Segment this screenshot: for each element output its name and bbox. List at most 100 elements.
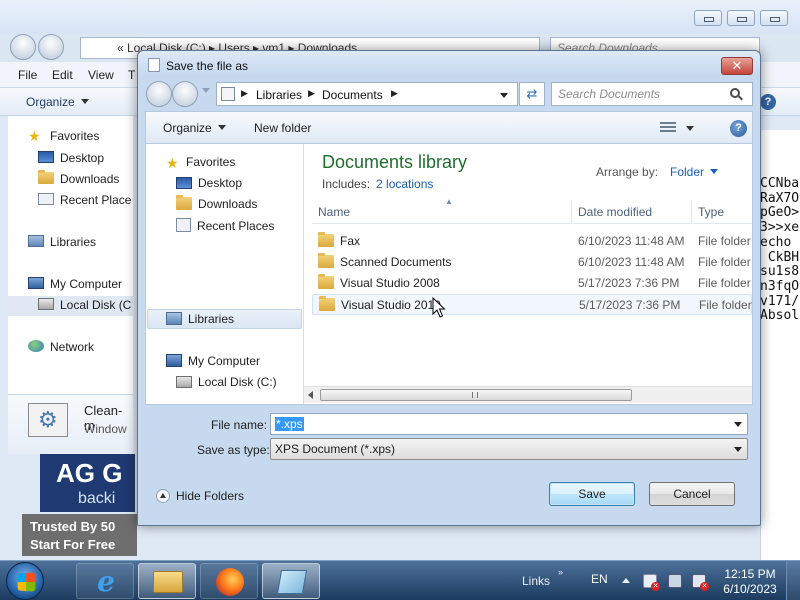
column-divider[interactable] <box>691 200 692 224</box>
chevron-right-icon[interactable]: ▶ <box>308 88 315 99</box>
horizontal-scrollbar[interactable] <box>304 386 752 403</box>
nav-local-disk[interactable]: Local Disk (C:) <box>176 375 277 389</box>
column-name[interactable]: Name <box>318 205 350 219</box>
star-icon: ★ <box>166 155 179 171</box>
background-maximize-button[interactable] <box>727 10 755 26</box>
organize-button[interactable]: Organize <box>163 121 226 135</box>
background-nav-favorites[interactable]: ★ Favorites <box>28 129 99 143</box>
file-row[interactable]: Fax 6/10/2023 11:48 AM File folder <box>312 231 752 252</box>
action-center-flag-icon[interactable] <box>643 574 660 591</box>
dialog-titlebar[interactable]: Save the file as ✕ <box>138 51 760 79</box>
file-row-hovered[interactable]: Visual Studio 2010 5/17/2023 7:36 PM Fil… <box>312 294 752 315</box>
background-nav-desktop[interactable]: Desktop <box>38 151 104 165</box>
nav-desktop[interactable]: Desktop <box>176 176 242 190</box>
search-icon[interactable] <box>730 88 740 98</box>
column-divider[interactable] <box>571 200 572 224</box>
save-file-dialog: Save the file as ✕ ▶ Libraries ▶ Documen… <box>137 50 761 526</box>
dialog-title: Save the file as <box>166 59 249 73</box>
background-forward-button[interactable] <box>38 34 64 60</box>
chevron-right-icon[interactable]: ▶ <box>241 88 248 99</box>
refresh-button[interactable]: ⇄ <box>519 82 545 106</box>
file-row[interactable]: Scanned Documents 6/10/2023 11:48 AM Fil… <box>312 252 752 273</box>
language-indicator[interactable]: EN <box>591 572 608 586</box>
column-date-modified[interactable]: Date modified <box>578 205 652 219</box>
show-hidden-icons-button[interactable] <box>622 578 630 583</box>
save-as-type-select[interactable]: XPS Document (*.xps) <box>270 438 748 460</box>
system-clock[interactable]: 12:15 PM 6/10/2023 <box>720 567 780 597</box>
file-type: File folder <box>699 298 752 312</box>
recent-locations-dropdown[interactable] <box>202 88 210 93</box>
background-minimize-button[interactable] <box>694 10 722 26</box>
background-nav-network[interactable]: Network <box>28 340 94 354</box>
scrollbar-thumb[interactable] <box>320 389 632 401</box>
show-desktop-button[interactable] <box>786 561 800 600</box>
taskbar-internet-explorer[interactable]: e <box>76 563 134 599</box>
back-button[interactable] <box>146 81 172 107</box>
links-toolbar[interactable]: Links <box>522 574 550 588</box>
nav-favorites[interactable]: ★ Favorites <box>166 155 235 170</box>
nav-recent-places[interactable]: Recent Places <box>176 218 274 233</box>
search-input[interactable]: Search Documents <box>551 82 753 106</box>
taskbar-firefox[interactable] <box>200 563 258 599</box>
background-organize-button[interactable]: Organize <box>26 95 89 109</box>
save-as-type-dropdown-icon[interactable] <box>734 447 742 452</box>
background-nav-downloads[interactable]: Downloads <box>38 170 119 186</box>
background-nav-computer[interactable]: My Computer <box>28 277 122 291</box>
recent-places-icon <box>176 218 191 232</box>
view-options-icon[interactable] <box>660 122 676 134</box>
scrollbar-grip-icon <box>472 392 478 398</box>
taskbar-notepad[interactable] <box>262 563 320 599</box>
folder-icon <box>319 296 335 311</box>
background-nav-local-disk[interactable]: Local Disk (C <box>8 296 133 316</box>
file-date: 5/17/2023 7:36 PM <box>579 298 681 312</box>
column-type[interactable]: Type <box>698 205 724 219</box>
menu-tools[interactable]: T <box>128 68 135 82</box>
file-name-dropdown-icon[interactable] <box>734 422 742 427</box>
chevron-down-icon <box>710 169 719 174</box>
hide-folders-button[interactable]: Hide Folders <box>156 489 244 503</box>
downloads-folder-icon <box>176 195 192 210</box>
volume-muted-icon[interactable] <box>692 574 709 591</box>
background-nav-libraries[interactable]: Libraries <box>28 235 96 249</box>
address-bar[interactable]: ▶ Libraries ▶ Documents ▶ <box>216 82 518 106</box>
menu-edit[interactable]: Edit <box>52 68 73 82</box>
view-options-dropdown[interactable] <box>686 126 694 131</box>
background-help-icon[interactable]: ? <box>760 94 776 110</box>
background-back-button[interactable] <box>10 34 36 60</box>
help-icon[interactable]: ? <box>730 120 747 137</box>
dialog-close-button[interactable]: ✕ <box>721 57 753 75</box>
menu-file[interactable]: File <box>18 68 37 82</box>
locations-link[interactable]: 2 locations <box>376 177 433 191</box>
background-ad-banner[interactable]: AG G backi <box>40 454 135 512</box>
chevron-down-icon <box>217 125 226 130</box>
background-nav-recent[interactable]: Recent Place <box>38 193 131 207</box>
taskbar-windows-explorer[interactable] <box>138 563 196 599</box>
address-dropdown-icon[interactable] <box>500 93 508 98</box>
background-close-button[interactable] <box>760 10 788 26</box>
nav-downloads[interactable]: Downloads <box>176 195 257 211</box>
menu-view[interactable]: View <box>88 68 114 82</box>
terminal-line: n3fqO <box>760 278 800 294</box>
file-row[interactable]: Visual Studio 2008 5/17/2023 7:36 PM Fil… <box>312 273 752 294</box>
forward-button[interactable] <box>172 81 198 107</box>
new-folder-button[interactable]: New folder <box>254 121 311 135</box>
scroll-left-icon[interactable] <box>308 391 313 399</box>
background-promo-box[interactable]: Trusted By 50 Start For Free <box>22 514 137 556</box>
chevron-right-icon[interactable]: ▶ <box>391 88 398 99</box>
breadcrumb-libraries[interactable]: Libraries <box>256 88 302 102</box>
libraries-icon <box>166 312 182 325</box>
nav-my-computer[interactable]: My Computer <box>166 354 260 368</box>
notepad-icon <box>276 570 308 594</box>
cancel-button[interactable]: Cancel <box>649 482 735 506</box>
nav-libraries[interactable]: Libraries <box>166 312 234 326</box>
navigation-pane: ★ Favorites Desktop Downloads Recent Plac… <box>146 144 304 404</box>
links-chevron-icon[interactable]: » <box>558 567 563 577</box>
file-name-input[interactable]: *.xps <box>270 413 748 435</box>
network-tray-icon[interactable] <box>668 574 682 588</box>
breadcrumb-documents[interactable]: Documents <box>322 88 383 102</box>
save-button[interactable]: Save <box>549 482 635 506</box>
drive-icon <box>38 298 54 310</box>
file-name: Visual Studio 2010 <box>319 296 441 312</box>
arrange-by-dropdown[interactable]: Folder <box>670 165 719 179</box>
start-button[interactable] <box>6 562 44 600</box>
